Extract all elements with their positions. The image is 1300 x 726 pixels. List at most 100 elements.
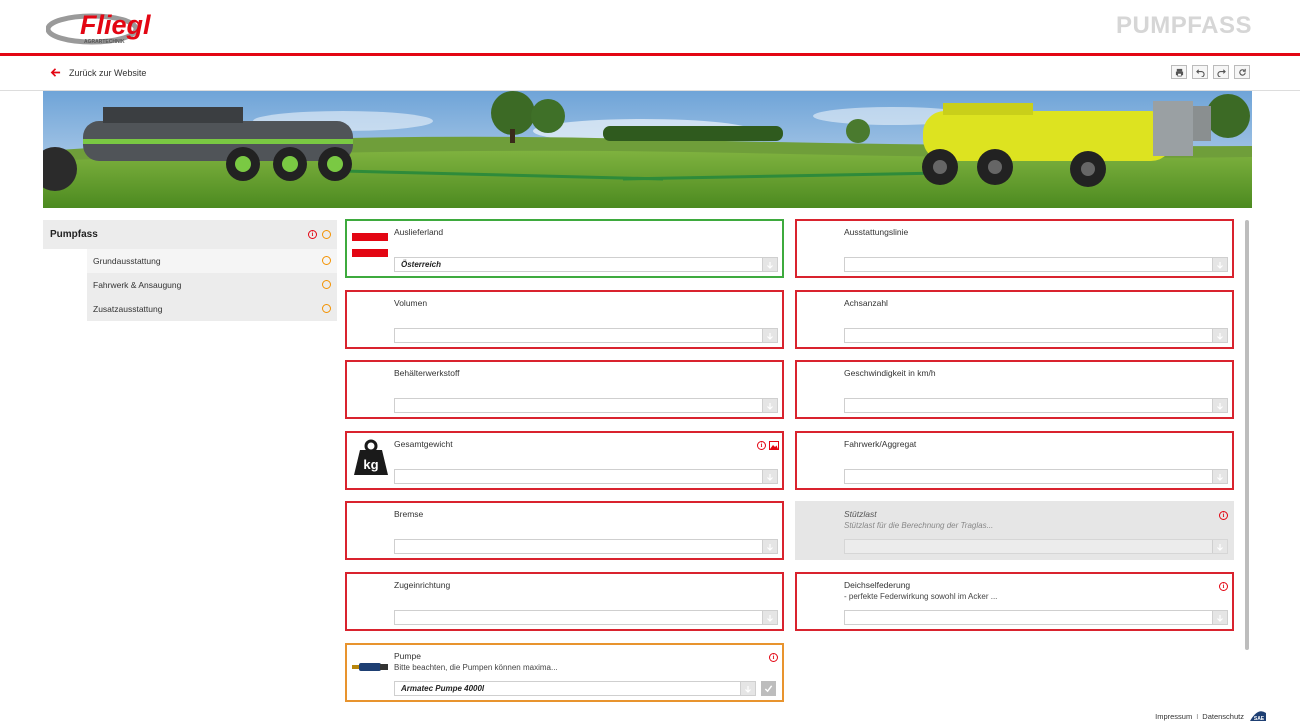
weight-text: kg: [363, 457, 378, 472]
card-label: Behälterwerkstoff: [394, 368, 460, 378]
card-ausstattungslinie: Ausstattungslinie: [795, 219, 1234, 278]
header: Fliegl AGRARTECHNIK PUMPFASS: [0, 0, 1300, 56]
sidebar-item-grundausstattung[interactable]: Grundausstattung: [87, 249, 337, 273]
status-ring-icon: [322, 230, 331, 239]
sidebar: Pumpfass i Grundausstattung Fahrwerk & A…: [43, 220, 337, 321]
bremse-select[interactable]: [394, 539, 778, 554]
card-label: Bremse: [394, 509, 424, 519]
pumpe-select[interactable]: Armatec Pumpe 4000l: [394, 681, 756, 696]
behaelterwerkstoff-select[interactable]: [394, 398, 778, 413]
card-label: Zugeinrichtung: [394, 580, 451, 590]
arrow-down-icon: [1217, 614, 1223, 622]
arrow-down-icon: [767, 261, 773, 269]
card-label: Volumen: [394, 298, 428, 308]
card-description: Bitte beachten, die Pumpen können maxima…: [394, 663, 558, 672]
back-label: Zurück zur Website: [69, 67, 147, 78]
status-ring-icon: [322, 280, 331, 289]
fahrwerk-aggregat-select[interactable]: [844, 469, 1228, 484]
gesamtgewicht-select[interactable]: [394, 469, 778, 484]
dropdown-button[interactable]: [1212, 329, 1227, 342]
info-icon[interactable]: i: [308, 230, 317, 239]
arrow-down-icon: [767, 332, 773, 340]
impressum-link[interactable]: Impressum: [1155, 712, 1192, 721]
fliegl-logo[interactable]: Fliegl AGRARTECHNIK: [45, 8, 158, 46]
card-deichselfederung: Deichselfederung - perfekte Federwirkung…: [795, 572, 1234, 631]
footer: Impressum I Datenschutz SAE: [1155, 709, 1268, 723]
logo-subtext: AGRARTECHNIK: [84, 39, 125, 45]
sidebar-item-pumpfass[interactable]: Pumpfass i: [43, 220, 337, 249]
logo-text: Fliegl: [80, 10, 151, 40]
confirm-button[interactable]: [761, 681, 776, 696]
check-icon: [764, 685, 773, 693]
arrow-down-icon: [745, 685, 751, 693]
card-volumen: Volumen: [345, 290, 784, 349]
sidebar-item-label: Zusatzausstattung: [93, 304, 163, 314]
ausstattungslinie-select[interactable]: [844, 257, 1228, 272]
back-to-website-link[interactable]: Zurück zur Website: [50, 67, 146, 78]
card-stuetzlast: Stützlast Stützlast für die Berechnung d…: [795, 501, 1234, 560]
arrow-down-icon: [767, 473, 773, 481]
card-bremse: Bremse: [345, 501, 784, 560]
card-label: Stützlast: [844, 509, 877, 519]
card-label: Gesamtgewicht: [394, 439, 453, 449]
dropdown-button[interactable]: [1212, 399, 1227, 412]
card-label: Fahrwerk/Aggregat: [844, 439, 917, 449]
reload-button[interactable]: [1234, 65, 1250, 79]
arrow-down-icon: [1217, 332, 1223, 340]
card-label: Auslieferland: [394, 227, 444, 237]
sidebar-item-zusatzausstattung[interactable]: Zusatzausstattung: [87, 297, 337, 321]
status-ring-icon: [322, 256, 331, 265]
card-gesamtgewicht: kg Gesamtgewicht i: [345, 431, 784, 490]
card-label: Ausstattungslinie: [844, 227, 909, 237]
auslieferland-select[interactable]: Österreich: [394, 257, 778, 272]
geschwindigkeit-select[interactable]: [844, 398, 1228, 413]
dropdown-button[interactable]: [762, 611, 777, 624]
card-geschwindigkeit: Geschwindigkeit in km/h: [795, 360, 1234, 419]
card-achsanzahl: Achsanzahl: [795, 290, 1234, 349]
dropdown-button[interactable]: [1212, 611, 1227, 624]
select-value: Armatec Pumpe 4000l: [401, 684, 485, 693]
datenschutz-link[interactable]: Datenschutz: [1202, 712, 1244, 721]
dropdown-button[interactable]: [1212, 258, 1227, 271]
landscape-image: [43, 91, 1252, 208]
sidebar-main-label: Pumpfass: [50, 229, 98, 240]
sidebar-item-fahrwerk-ansaugung[interactable]: Fahrwerk & Ansaugung: [87, 273, 337, 297]
dropdown-button[interactable]: [1212, 470, 1227, 483]
print-button[interactable]: [1171, 65, 1187, 79]
undo-button[interactable]: [1192, 65, 1208, 79]
card-behaelterwerkstoff: Behälterwerkstoff: [345, 360, 784, 419]
image-icon[interactable]: [769, 441, 779, 450]
dropdown-button[interactable]: [762, 329, 777, 342]
deichselfederung-select[interactable]: [844, 610, 1228, 625]
dropdown-button[interactable]: [762, 470, 777, 483]
arrow-left-icon: [50, 68, 61, 77]
info-icon[interactable]: i: [1219, 511, 1228, 520]
card-description: - perfekte Federwirkung sowohl im Acker …: [844, 592, 998, 601]
dropdown-button[interactable]: [762, 258, 777, 271]
pump-icon: [352, 663, 388, 671]
card-auslieferland: Auslieferland Österreich: [345, 219, 784, 278]
sidebar-item-label: Grundausstattung: [93, 256, 161, 266]
select-value: Österreich: [401, 260, 442, 269]
weight-kg-icon: kg: [354, 439, 388, 475]
dropdown-button[interactable]: [762, 399, 777, 412]
card-pumpe: Pumpe Bitte beachten, die Pumpen können …: [345, 643, 784, 702]
info-icon[interactable]: i: [757, 441, 766, 450]
dropdown-button[interactable]: [740, 682, 755, 695]
achsanzahl-select[interactable]: [844, 328, 1228, 343]
volumen-select[interactable]: [394, 328, 778, 343]
zugeinrichtung-select[interactable]: [394, 610, 778, 625]
dropdown-button[interactable]: [762, 540, 777, 553]
card-label: Geschwindigkeit in km/h: [844, 368, 936, 378]
arrow-down-icon: [1217, 473, 1223, 481]
scrollbar[interactable]: [1245, 220, 1249, 650]
stuetzlast-select[interactable]: [844, 539, 1228, 554]
info-icon[interactable]: i: [1219, 582, 1228, 591]
dropdown-button[interactable]: [1212, 540, 1227, 553]
info-icon[interactable]: i: [769, 653, 778, 662]
navigation-bar: Zurück zur Website: [0, 59, 1300, 91]
sae-badge-icon: SAE: [1250, 711, 1266, 722]
card-label: Achsanzahl: [844, 298, 888, 308]
card-label: Pumpe: [394, 651, 421, 661]
redo-button[interactable]: [1213, 65, 1229, 79]
